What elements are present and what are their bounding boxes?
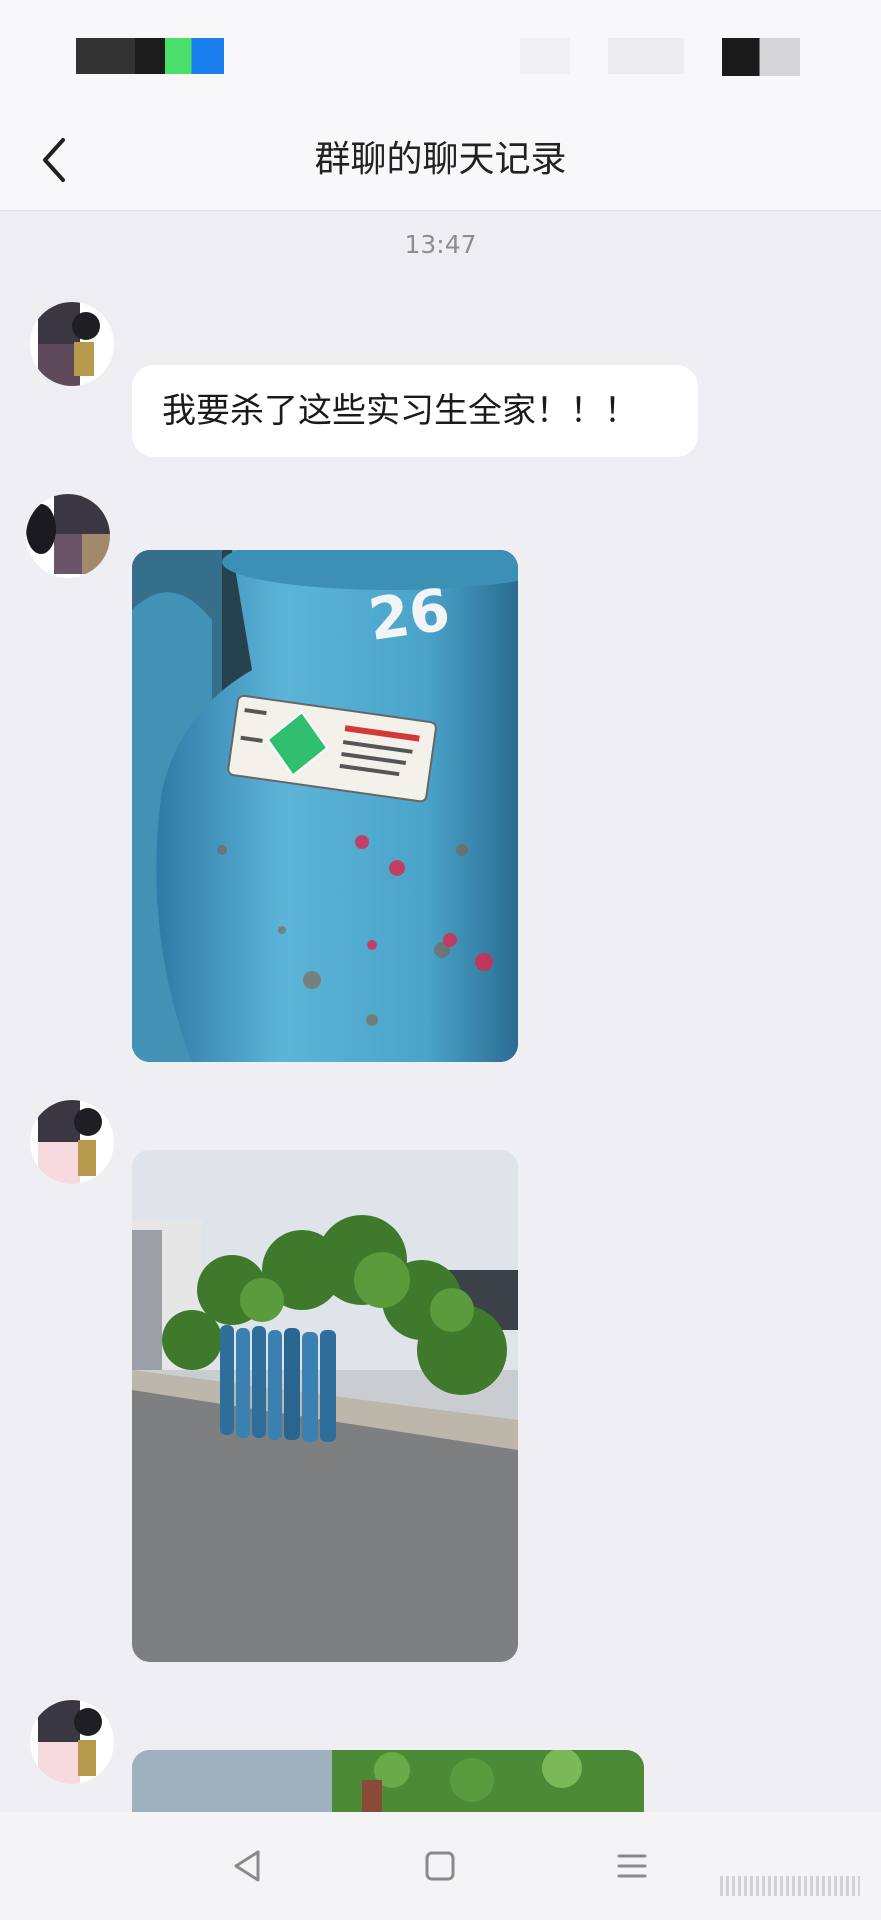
avatar[interactable]: [30, 302, 114, 386]
outdoor-photo: [132, 1150, 518, 1662]
nav-back-button[interactable]: [216, 1834, 280, 1898]
status-bar: [0, 0, 881, 110]
image-message-cylinders-outdoor[interactable]: [132, 1150, 518, 1662]
image-message-partial[interactable]: [132, 1750, 644, 1812]
status-redacted-right: [722, 38, 800, 76]
image-message-cylinder-closeup[interactable]: 26: [132, 550, 518, 1062]
status-redacted-middle: [520, 38, 570, 74]
avatar[interactable]: [30, 1700, 114, 1784]
hamburger-menu-icon: [617, 1854, 647, 1878]
title-bar: 群聊的聊天记录: [0, 110, 881, 211]
nav-home-button[interactable]: [408, 1834, 472, 1898]
nav-menu-button[interactable]: [600, 1834, 664, 1898]
system-nav-bar: [0, 1812, 881, 1920]
avatar[interactable]: [30, 1100, 114, 1184]
status-redacted-middle-2: [608, 38, 684, 74]
text-message-bubble[interactable]: 我要杀了这些实习生全家！！！: [132, 365, 698, 457]
status-redacted-left: [76, 38, 224, 74]
page-title: 群聊的聊天记录: [314, 139, 567, 180]
triangle-back-icon: [234, 1850, 260, 1882]
watermark-redacted: [720, 1876, 860, 1896]
square-home-icon: [425, 1851, 455, 1881]
cylinder-photo: 26: [132, 550, 518, 1062]
svg-text:26: 26: [364, 575, 453, 654]
avatar[interactable]: [26, 494, 110, 578]
message-timestamp: 13:47: [404, 230, 477, 259]
partial-photo: [132, 1750, 644, 1812]
